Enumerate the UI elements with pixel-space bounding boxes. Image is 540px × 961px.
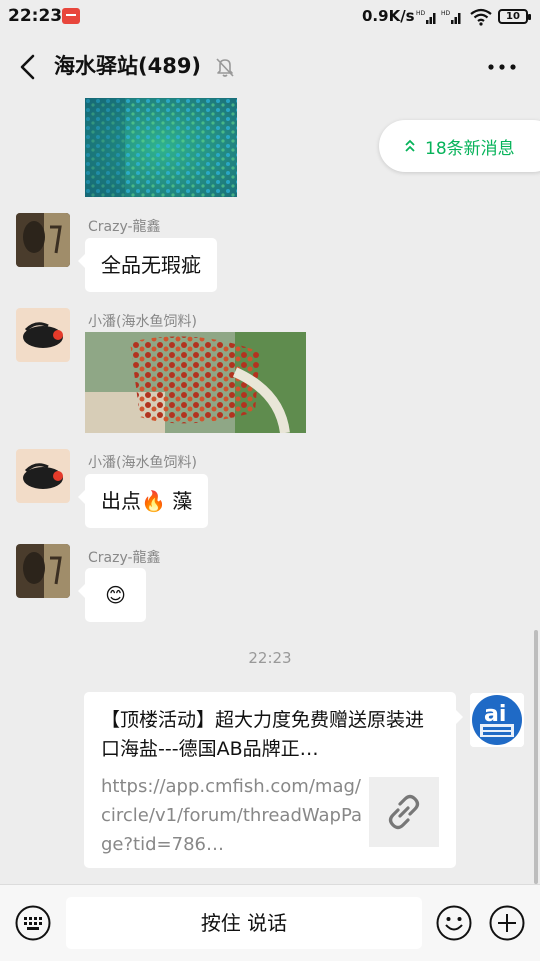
hold-to-talk-button[interactable]: 按住 说话 (66, 897, 422, 949)
svg-text:HD: HD (416, 10, 426, 17)
new-messages-label: 18条新消息 (425, 139, 515, 159)
message-text: 全品无瑕疵 (101, 253, 201, 277)
avatar[interactable] (16, 544, 70, 598)
notification-icon (62, 8, 80, 24)
svg-text:ai: ai (484, 702, 506, 727)
signal-icon: HD (441, 10, 461, 24)
message-text: 出点🔥 藻 (101, 489, 193, 513)
link-card-url: https://app.cmfish.com/mag/circle/v1/for… (101, 776, 363, 855)
link-thumbnail (369, 777, 439, 847)
image-message-feed[interactable] (85, 332, 306, 433)
sender-name: 小潘(海水鱼饲料) (88, 455, 197, 471)
add-plus-icon[interactable] (489, 905, 525, 941)
new-messages-button[interactable]: 18条新消息 (379, 120, 540, 172)
network-speed: 0.9K/s (362, 7, 415, 25)
chat-title: 海水驿站(489) (54, 54, 202, 78)
avatar[interactable] (16, 308, 70, 362)
avatar[interactable] (16, 449, 70, 503)
message-bubble[interactable]: 出点🔥 藻 (77, 474, 209, 528)
smile-emoji: 😊 (105, 583, 126, 607)
chat-header: 海水驿站(489) (0, 36, 540, 98)
back-arrow-icon[interactable] (14, 52, 44, 82)
scrollbar[interactable] (534, 630, 538, 884)
svg-text:HD: HD (441, 10, 451, 17)
avatar[interactable] (16, 213, 70, 267)
input-bar: 按住 说话 (0, 884, 540, 961)
emoji-icon[interactable] (436, 905, 472, 941)
link-card[interactable]: 【顶楼活动】超大力度免费赠送原装进口海盐---德国AB品牌正… https://… (84, 692, 463, 868)
battery-icon: 10 (498, 9, 531, 24)
mute-bell-icon (216, 58, 234, 77)
signal-icon: HD (416, 10, 436, 24)
more-options-icon[interactable] (484, 54, 520, 80)
keyboard-icon[interactable] (15, 905, 51, 941)
sender-name: Crazy-龍鑫 (88, 219, 161, 235)
double-chevron-up-icon (405, 139, 415, 152)
image-message-coral[interactable] (85, 98, 237, 197)
message-timestamp: 22:23 (248, 649, 292, 667)
status-time: 22:23 (8, 6, 63, 26)
link-card-title: 【顶楼活动】超大力度免费赠送原装进口海盐---德国AB品牌正… (101, 709, 425, 760)
my-avatar[interactable]: ai (470, 693, 524, 747)
wifi-icon (470, 8, 492, 26)
message-bubble[interactable]: 😊 (78, 568, 146, 622)
sender-name: Crazy-龍鑫 (88, 550, 161, 566)
message-bubble[interactable]: 全品无瑕疵 (78, 238, 217, 292)
link-icon (388, 794, 420, 830)
sender-name: 小潘(海水鱼饲料) (88, 314, 197, 330)
status-bar: 22:23 0.9K/s HD HD 10 (0, 0, 540, 36)
